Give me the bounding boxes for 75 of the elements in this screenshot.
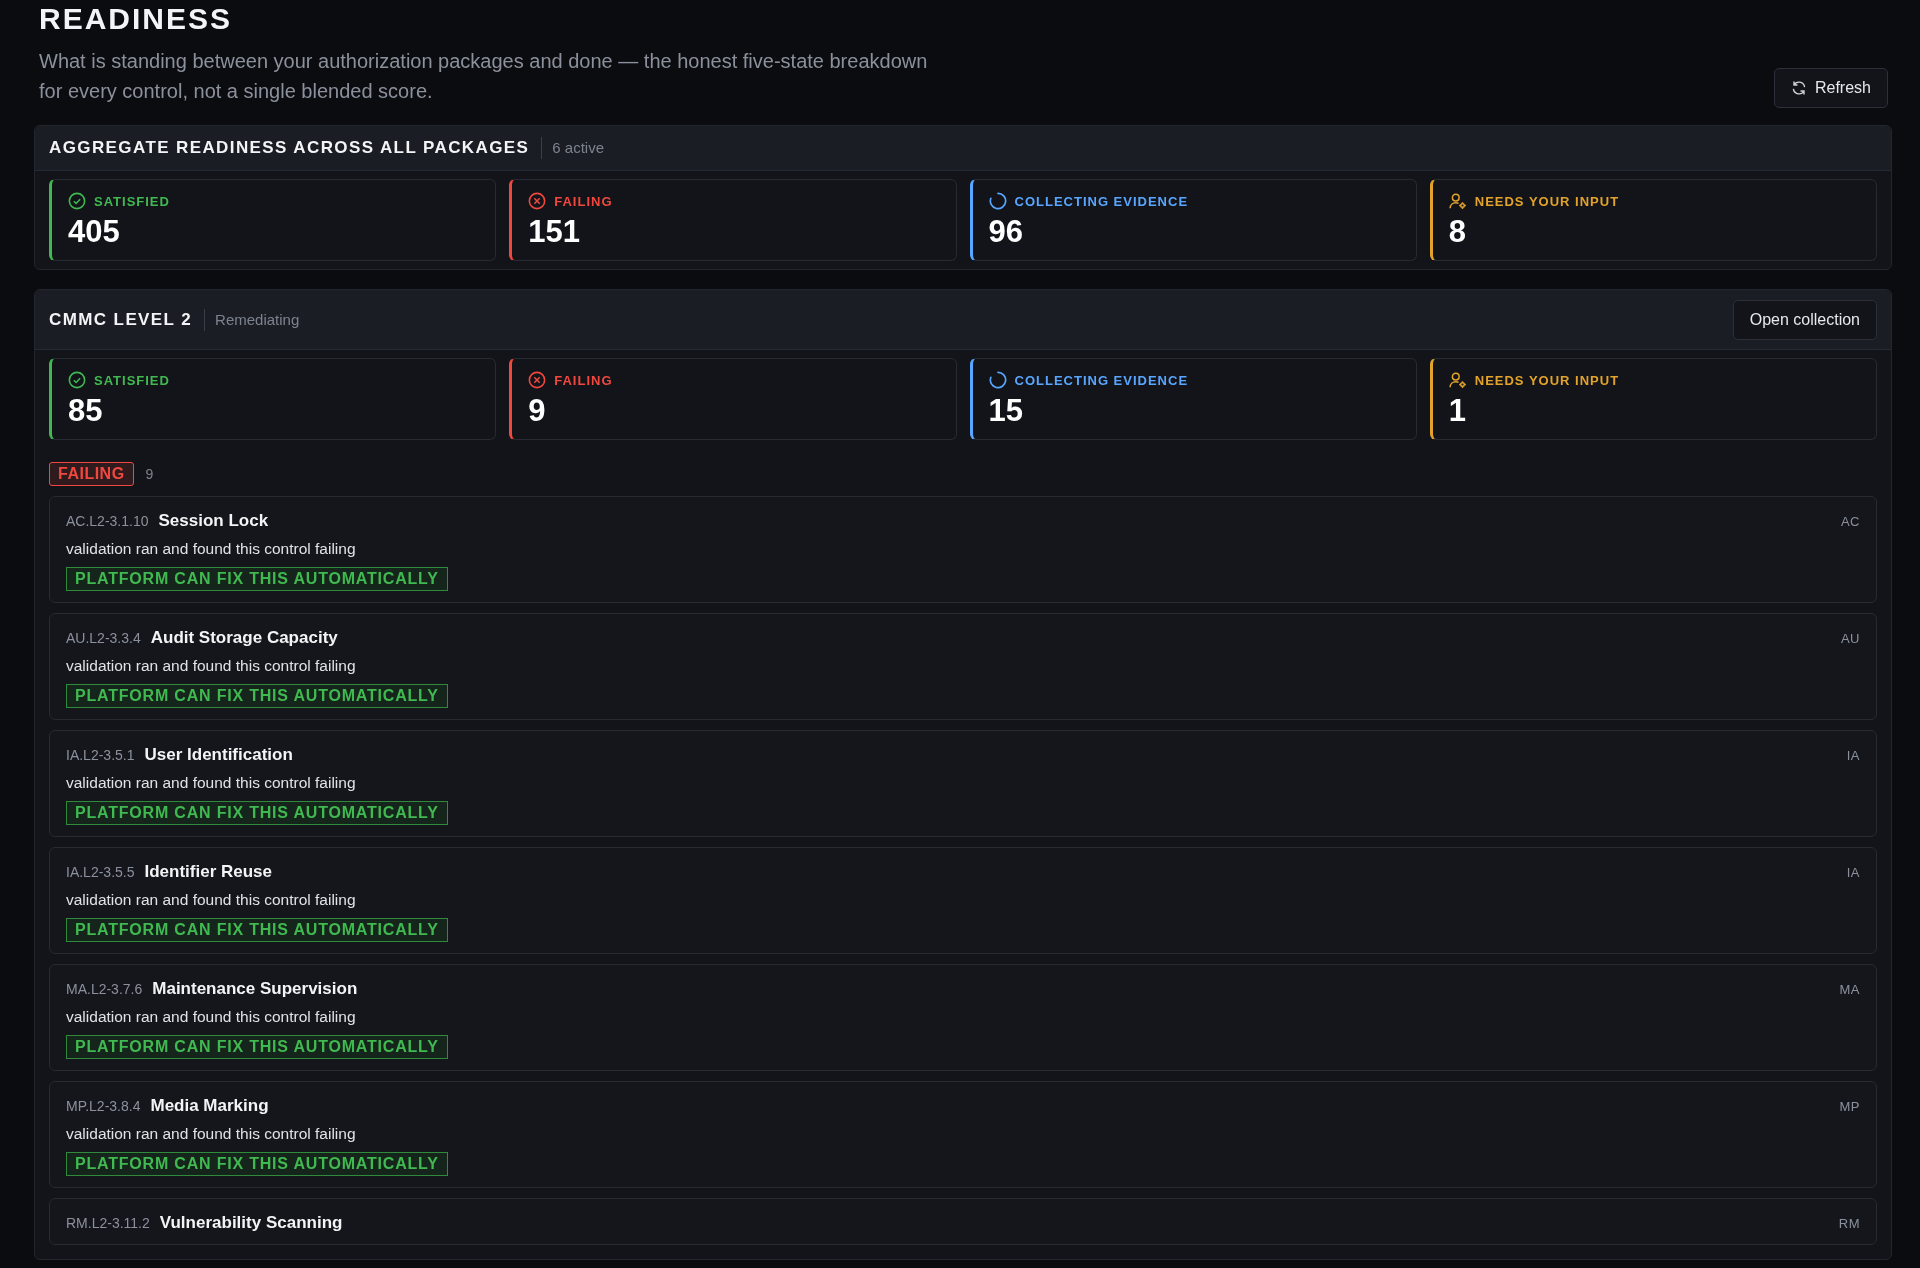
group-count: 9	[145, 466, 154, 482]
stat-value: 8	[1448, 214, 1467, 250]
control-name: User Identification	[144, 745, 293, 765]
user-gear-icon	[1448, 371, 1467, 389]
auto-fix-tag: PLATFORM CAN FIX THIS AUTOMATICALLY	[66, 1035, 448, 1059]
control-family: AC	[1840, 513, 1860, 531]
control-card[interactable]: IA.L2-3.5.1 User Identification validation ran and found this control failing PLATFORM CAN FIX THIS AUTOMATICALLY IA	[49, 730, 1877, 837]
user-gear-icon	[1448, 192, 1467, 210]
control-family: AU	[1840, 630, 1860, 648]
control-status-text: validation ran and found this control failing	[66, 1008, 357, 1026]
auto-fix-tag: PLATFORM CAN FIX THIS AUTOMATICALLY	[66, 918, 448, 942]
page-title: READINESS	[39, 1, 234, 36]
control-card[interactable]: AU.L2-3.3.4 Audit Storage Capacity validation ran and found this control failing PLATFORM CAN FIX THIS AUTOMATICALLY AU	[49, 613, 1877, 720]
control-family: MA	[1839, 981, 1860, 999]
control-family: IA	[1846, 747, 1860, 765]
panel-status: 6 active	[541, 137, 604, 159]
control-card[interactable]: RM.L2-3.11.2 Vulnerability Scanning RM	[49, 1198, 1877, 1245]
auto-fix-tag: PLATFORM CAN FIX THIS AUTOMATICALLY	[66, 567, 448, 591]
stat-label: NEEDS YOUR INPUT	[1474, 193, 1620, 209]
control-family: RM	[1838, 1215, 1860, 1233]
panel-status: Remediating	[204, 308, 300, 331]
control-card[interactable]: IA.L2-3.5.5 Identifier Reuse validation ran and found this control failing PLATFORM CAN FIX THIS AUTOMATICALLY IA	[49, 847, 1877, 954]
control-name: Vulnerability Scanning	[159, 1213, 343, 1233]
open-collection-button[interactable]: Open collection	[1732, 299, 1877, 340]
control-family: MP	[1839, 1098, 1860, 1116]
stat-label: FAILING	[554, 372, 613, 388]
check-circle-icon	[68, 192, 86, 210]
control-name: Audit Storage Capacity	[150, 628, 338, 648]
control-name: Media Marking	[150, 1096, 269, 1116]
control-status-text: validation ran and found this control failing	[66, 774, 357, 792]
x-circle-icon	[528, 192, 547, 210]
stat-label: NEEDS YOUR INPUT	[1474, 372, 1620, 388]
auto-fix-tag: PLATFORM CAN FIX THIS AUTOMATICALLY	[66, 801, 448, 825]
stat-value: 15	[988, 393, 1024, 429]
control-id: IA.L2-3.5.5	[66, 864, 135, 880]
stat-label: FAILING	[554, 193, 613, 209]
control-status-text: validation ran and found this control failing	[66, 540, 357, 558]
spinner-icon	[988, 371, 1007, 389]
stat-label: SATISFIED	[94, 193, 170, 209]
control-family: IA	[1846, 864, 1860, 882]
control-status-text: validation ran and found this control failing	[66, 657, 357, 675]
control-status-text: validation ran and found this control failing	[66, 1125, 357, 1143]
page-description: What is standing between your authorization packages and done — the honest five-state breakdown for every control, not a single blended score.	[39, 49, 929, 104]
panel-title: CMMC LEVEL 2	[49, 309, 193, 330]
control-card[interactable]: AC.L2-3.1.10 Session Lock validation ran and found this control failing PLATFORM CAN FIX THIS AUTOMATICALLY AC	[49, 496, 1877, 603]
control-card[interactable]: MP.L2-3.8.4 Media Marking validation ran and found this control failing PLATFORM CAN FIX THIS AUTOMATICALLY MP	[49, 1081, 1877, 1188]
stat-label: COLLECTING EVIDENCE	[1014, 193, 1189, 209]
spinner-icon	[988, 192, 1007, 210]
status-tag: FAILING	[49, 462, 134, 486]
refresh-button[interactable]: Refresh	[1773, 68, 1888, 108]
panel-title: AGGREGATE READINESS ACROSS ALL PACKAGES	[49, 138, 530, 158]
control-name: Maintenance Supervision	[152, 979, 358, 999]
stat-label: COLLECTING EVIDENCE	[1014, 372, 1189, 388]
control-name: Identifier Reuse	[144, 862, 273, 882]
stat-value: 405	[68, 214, 121, 250]
control-id: MA.L2-3.7.6	[66, 981, 143, 997]
stat-value: 151	[528, 214, 581, 250]
control-id: RM.L2-3.11.2	[66, 1215, 150, 1231]
control-status-text: validation ran and found this control failing	[66, 891, 357, 909]
control-id: AU.L2-3.3.4	[66, 630, 141, 646]
stat-value: 96	[988, 214, 1024, 250]
control-id: IA.L2-3.5.1	[66, 747, 135, 763]
stat-value: 85	[68, 393, 104, 429]
stat-label: SATISFIED	[94, 372, 170, 388]
stat-value: 9	[528, 393, 547, 429]
x-circle-icon	[528, 371, 547, 389]
refresh-icon	[1790, 80, 1807, 96]
control-id: MP.L2-3.8.4	[66, 1098, 141, 1114]
control-name: Session Lock	[158, 511, 269, 531]
stat-value: 1	[1448, 393, 1467, 429]
control-card[interactable]: MA.L2-3.7.6 Maintenance Supervision validation ran and found this control failing PLATFORM CAN FIX THIS AUTOMATICALLY MA	[49, 964, 1877, 1071]
auto-fix-tag: PLATFORM CAN FIX THIS AUTOMATICALLY	[66, 684, 448, 708]
control-id: AC.L2-3.1.10	[66, 513, 149, 529]
auto-fix-tag: PLATFORM CAN FIX THIS AUTOMATICALLY	[66, 1152, 448, 1176]
check-circle-icon	[68, 371, 86, 389]
